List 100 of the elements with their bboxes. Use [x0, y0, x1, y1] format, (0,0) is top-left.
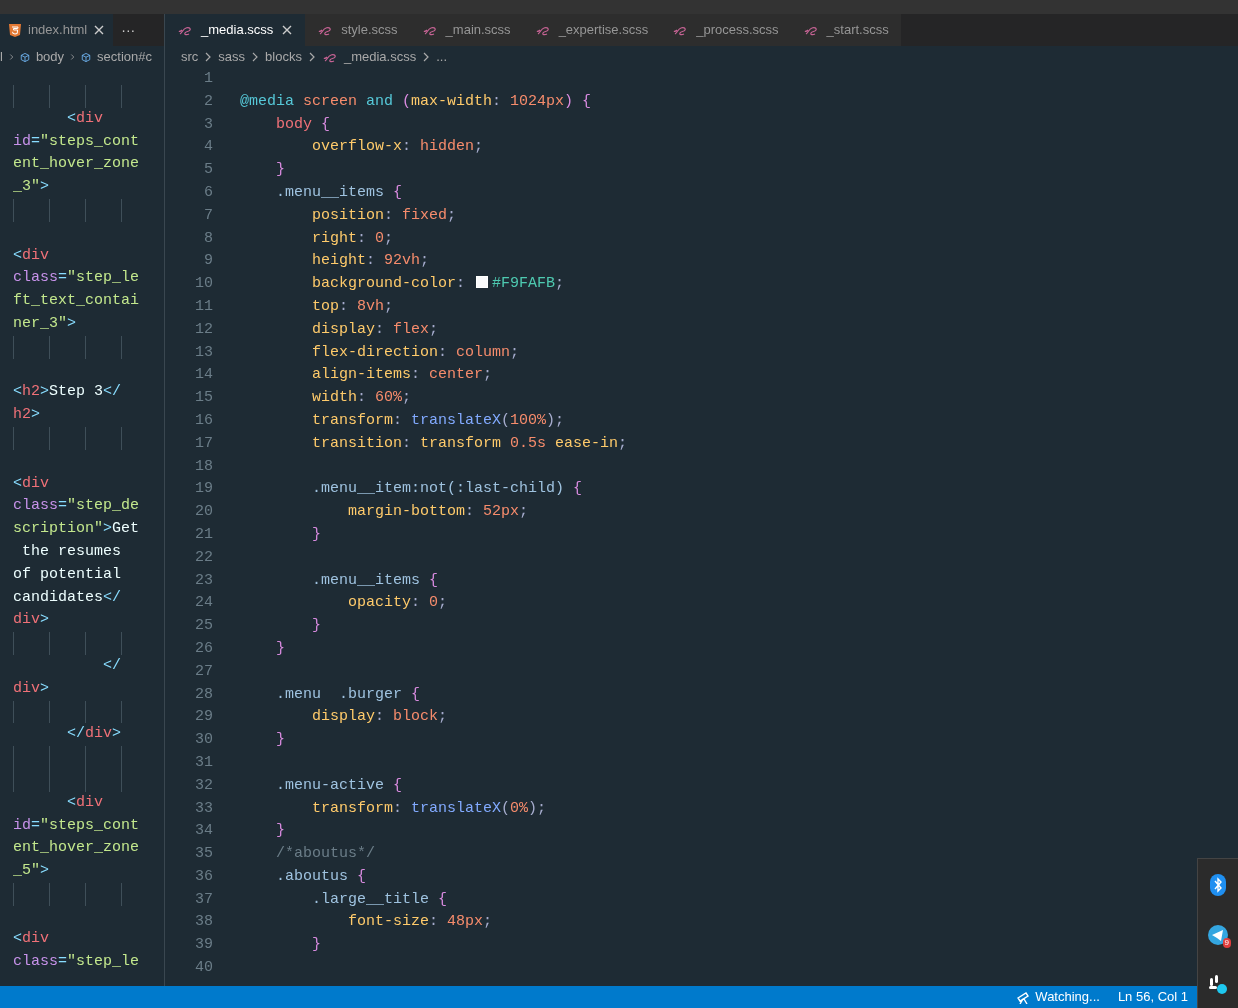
- line-number: 28: [194, 684, 213, 705]
- breadcrumb-item[interactable]: sass: [218, 47, 246, 67]
- line-number: 13: [194, 342, 213, 363]
- code-line: ent_hover_zone: [13, 154, 140, 175]
- code-line: .menu__items {: [311, 570, 439, 591]
- code-line: transform: translateX(100%);: [311, 410, 565, 431]
- editor-tab[interactable]: _main.scss: [409, 14, 523, 46]
- editor-tab[interactable]: _start.scss: [790, 14, 901, 46]
- code-line: }: [311, 935, 321, 956]
- breadcrumb-item[interactable]: ...: [436, 47, 448, 67]
- editor-tab[interactable]: _media.scss: [165, 14, 306, 46]
- chevron-icon: [422, 52, 431, 62]
- code-line: div>: [13, 678, 50, 699]
- line-number: 6: [203, 183, 213, 203]
- code-line: <div: [13, 473, 50, 494]
- pinwheel-icon[interactable]: [1208, 973, 1228, 994]
- line-number: 34: [194, 821, 213, 842]
- notification-count: 9: [1222, 937, 1231, 948]
- breadcrumb-item[interactable]: src: [181, 47, 199, 67]
- code-line: right: 0;: [311, 228, 394, 249]
- code-line: transition: transform 0.5s ease-in;: [311, 433, 628, 454]
- line-number: 15: [194, 388, 213, 409]
- code-line: </div>: [66, 724, 122, 745]
- code-line: align-items: center;: [311, 365, 493, 386]
- line-number: 27: [194, 661, 213, 682]
- code-line: div>: [13, 610, 50, 631]
- line-number: 4: [203, 137, 213, 158]
- breadcrumb-item[interactable]: body: [35, 47, 65, 67]
- line-number: 40: [194, 958, 213, 979]
- code-line: }: [275, 160, 285, 181]
- code-line: <div: [13, 929, 50, 950]
- line-number: 16: [194, 410, 213, 431]
- code-line: .aboutus {: [275, 866, 367, 887]
- code-line: position: fixed;: [311, 205, 457, 226]
- status-item[interactable]: Ln 56, Col 1: [1117, 987, 1188, 1007]
- editor-tab[interactable]: _expertise.scss: [522, 14, 661, 46]
- code-line: .menu__items {: [275, 183, 403, 203]
- line-number: 23: [194, 570, 213, 591]
- line-number: 30: [194, 730, 213, 751]
- breadcrumb-item[interactable]: l: [0, 47, 3, 67]
- status-item[interactable]: Watching...: [1016, 987, 1100, 1007]
- code-line: scription">Get: [13, 519, 140, 540]
- line-number: 18: [194, 456, 213, 477]
- line-number: 19: [194, 479, 213, 500]
- line-number: 21: [194, 524, 213, 545]
- line-number: 11: [194, 296, 213, 317]
- code-line: /*aboutus*/: [275, 844, 376, 865]
- code-line: }: [311, 616, 321, 637]
- breadcrumb-item[interactable]: section#c: [97, 47, 152, 67]
- code-line: flex-direction: column;: [311, 342, 520, 363]
- code-line: ner_3">: [13, 313, 77, 334]
- close-icon[interactable]: [281, 24, 294, 36]
- code-line: h2>: [13, 405, 41, 426]
- code-line: body {: [275, 114, 331, 135]
- chevron-icon: [307, 52, 316, 62]
- code-line: display: block;: [311, 707, 448, 728]
- code-line: transform: translateX(0%);: [311, 798, 547, 819]
- bluetooth-icon[interactable]: [1210, 873, 1226, 896]
- line-number: 9: [203, 251, 213, 272]
- code-line: opacity: 0;: [347, 593, 448, 614]
- code-line: .menu-active {: [275, 775, 403, 796]
- code-line: class="step_le: [13, 952, 140, 973]
- line-number: 1: [203, 69, 213, 89]
- code-line: }: [275, 638, 285, 659]
- code-line: candidates</: [13, 587, 122, 608]
- chevron-icon: [251, 52, 260, 62]
- code-line: height: 92vh;: [311, 251, 430, 272]
- editor-tab[interactable]: _process.scss: [660, 14, 791, 46]
- line-number: 14: [194, 365, 213, 386]
- close-icon[interactable]: [93, 24, 106, 36]
- code-line: }: [275, 730, 285, 751]
- line-number: 37: [194, 889, 213, 910]
- code-line: margin-bottom: 52px;: [347, 502, 529, 523]
- code-line: the resumes: [21, 541, 122, 562]
- code-line: id="steps_cont: [13, 815, 140, 836]
- code-line: <div: [66, 108, 104, 129]
- line-number: 26: [194, 638, 213, 659]
- line-number: 17: [194, 433, 213, 454]
- shield-icon: [8, 22, 22, 38]
- code-line: background-color: #F9FAFB;: [311, 274, 565, 295]
- line-number: 20: [194, 502, 213, 523]
- paper-plane-icon[interactable]: [1208, 924, 1228, 945]
- code-line: of potential: [13, 564, 122, 585]
- code-line: .menu__item:not(:last-child) {: [311, 479, 583, 500]
- line-number: 32: [194, 775, 213, 796]
- line-number: 39: [194, 935, 213, 956]
- code-line: .menu .burger {: [275, 684, 421, 705]
- code-line: <div: [66, 792, 104, 813]
- breadcrumb-item[interactable]: blocks: [265, 47, 302, 67]
- code-line: _3">: [13, 177, 50, 198]
- editor-tab[interactable]: style.scss: [305, 14, 410, 46]
- code-line: @media screen and (max-width: 1024px) {: [240, 91, 592, 112]
- line-number: 38: [194, 912, 213, 933]
- editor-tab[interactable]: index.html: [0, 14, 114, 46]
- code-line: <h2>Step 3</: [13, 382, 122, 403]
- breadcrumb-item[interactable]: _media.scss: [343, 47, 417, 67]
- code-line: class="step_le: [13, 268, 140, 289]
- line-number: 5: [203, 160, 213, 181]
- line-number: 22: [194, 547, 213, 568]
- chevron-icon: [8, 52, 14, 62]
